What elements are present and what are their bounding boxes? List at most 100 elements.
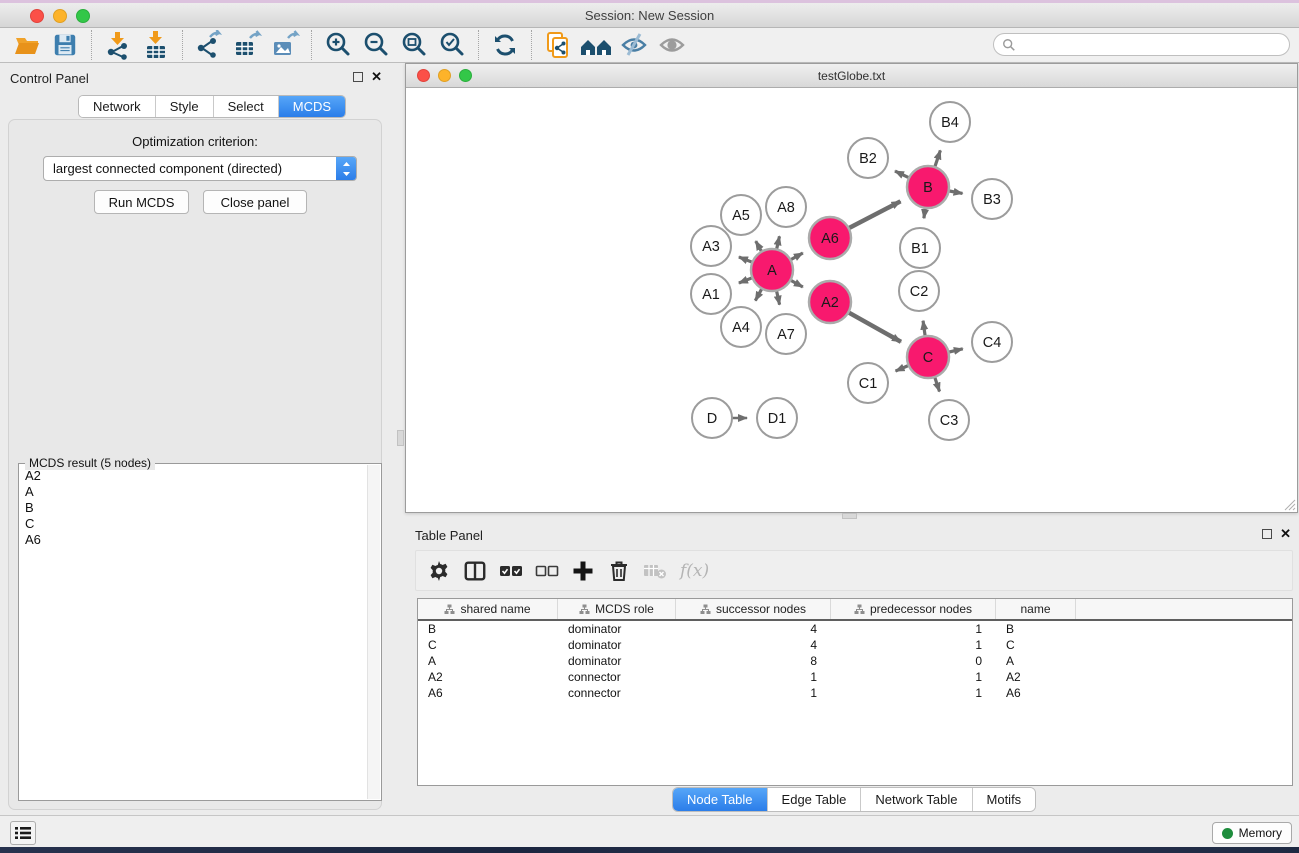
resize-grip-icon[interactable]: [1282, 497, 1296, 511]
node-D[interactable]: D: [692, 398, 732, 438]
export-table-button[interactable]: [228, 28, 266, 62]
network-overview-button[interactable]: [539, 28, 577, 62]
table-row[interactable]: Cdominator41C: [418, 637, 1292, 653]
deselect-all-button[interactable]: [532, 556, 562, 586]
tab-network[interactable]: Network: [79, 96, 156, 117]
export-network-button[interactable]: [190, 28, 228, 62]
edge-B-B1[interactable]: [924, 208, 925, 218]
node-C2[interactable]: C2: [899, 271, 939, 311]
open-session-button[interactable]: [8, 28, 46, 62]
export-image-button[interactable]: [266, 28, 304, 62]
close-panel-icon[interactable]: ✕: [371, 72, 382, 82]
home-button[interactable]: [577, 28, 615, 62]
minimize-traffic-light[interactable]: [438, 69, 451, 82]
hide-panel-button[interactable]: [615, 28, 653, 62]
close-panel-icon[interactable]: ✕: [1280, 529, 1291, 539]
add-column-button[interactable]: [568, 556, 598, 586]
close-traffic-light[interactable]: [30, 9, 44, 23]
column-header-name[interactable]: name: [996, 599, 1076, 619]
float-panel-icon[interactable]: [353, 72, 363, 82]
zoom-traffic-light[interactable]: [76, 9, 90, 23]
result-item[interactable]: A2: [20, 468, 367, 484]
column-header-successor-nodes[interactable]: successor nodes: [676, 599, 831, 619]
edge-A-A3[interactable]: [739, 257, 753, 262]
node-A5[interactable]: A5: [721, 195, 761, 235]
minimize-traffic-light[interactable]: [53, 9, 67, 23]
search-input[interactable]: [1021, 38, 1281, 52]
close-traffic-light[interactable]: [417, 69, 430, 82]
edge-C-C3[interactable]: [935, 377, 940, 392]
task-history-button[interactable]: [10, 821, 36, 845]
tab-select[interactable]: Select: [214, 96, 279, 117]
zoom-out-button[interactable]: [357, 28, 395, 62]
node-C[interactable]: C: [907, 336, 949, 378]
node-B2[interactable]: B2: [848, 138, 888, 178]
close-panel-button[interactable]: Close panel: [203, 190, 307, 214]
tab-motifs[interactable]: Motifs: [973, 788, 1036, 811]
node-C3[interactable]: C3: [929, 400, 969, 440]
zoom-selected-button[interactable]: [433, 28, 471, 62]
node-B3[interactable]: B3: [972, 179, 1012, 219]
edge-A-A7[interactable]: [776, 291, 779, 305]
column-header-predecessor-nodes[interactable]: predecessor nodes: [831, 599, 996, 619]
table-header[interactable]: shared nameMCDS rolesuccessor nodesprede…: [418, 599, 1292, 621]
node-A[interactable]: A: [751, 249, 793, 291]
edge-C-C2[interactable]: [923, 321, 925, 336]
edge-C-C4[interactable]: [948, 349, 962, 352]
zoom-fit-button[interactable]: [395, 28, 433, 62]
network-graph[interactable]: B4B2BB3A5A8A6B1A3AC2A1A2A4A7C4CC1DD1C3: [406, 88, 1297, 512]
memory-button[interactable]: Memory: [1212, 822, 1292, 844]
edge-A-A5[interactable]: [756, 241, 762, 252]
delete-column-button[interactable]: [604, 556, 634, 586]
result-item[interactable]: A: [20, 484, 367, 500]
table-settings-button[interactable]: [424, 556, 454, 586]
clear-table-button[interactable]: [640, 556, 670, 586]
tab-network-table[interactable]: Network Table: [861, 788, 972, 811]
select-all-button[interactable]: [496, 556, 526, 586]
result-item[interactable]: A6: [20, 532, 367, 548]
edge-C-C1[interactable]: [896, 365, 909, 371]
show-columns-button[interactable]: [460, 556, 490, 586]
edge-A-A8[interactable]: [777, 236, 780, 249]
edge-A-A2[interactable]: [790, 280, 802, 287]
node-A1[interactable]: A1: [691, 274, 731, 314]
search-field[interactable]: [993, 33, 1290, 56]
import-table-button[interactable]: [137, 28, 175, 62]
node-A4[interactable]: A4: [721, 307, 761, 347]
node-B[interactable]: B: [907, 166, 949, 208]
edge-B-B3[interactable]: [949, 191, 963, 194]
tab-mcds[interactable]: MCDS: [279, 96, 345, 117]
network-canvas[interactable]: B4B2BB3A5A8A6B1A3AC2A1A2A4A7C4CC1DD1C3: [406, 88, 1297, 512]
column-header-MCDS-role[interactable]: MCDS role: [558, 599, 676, 619]
node-A8[interactable]: A8: [766, 187, 806, 227]
result-item[interactable]: B: [20, 500, 367, 516]
edge-A-A6[interactable]: [790, 253, 802, 260]
table-row[interactable]: Bdominator41B: [418, 621, 1292, 637]
node-B1[interactable]: B1: [900, 228, 940, 268]
table-row[interactable]: A6connector11A6: [418, 685, 1292, 701]
node-C1[interactable]: C1: [848, 363, 888, 403]
column-header-shared-name[interactable]: shared name: [418, 599, 558, 619]
edge-A-A1[interactable]: [739, 278, 753, 283]
criterion-dropdown[interactable]: largest connected component (directed): [43, 156, 357, 181]
run-mcds-button[interactable]: Run MCDS: [94, 190, 189, 214]
edge-A2-C[interactable]: [848, 312, 901, 342]
node-A2[interactable]: A2: [809, 281, 851, 323]
node-A7[interactable]: A7: [766, 314, 806, 354]
tab-edge-table[interactable]: Edge Table: [768, 788, 862, 811]
tab-style[interactable]: Style: [156, 96, 214, 117]
result-scrollbar[interactable]: [367, 465, 380, 799]
edge-B-B4[interactable]: [935, 150, 941, 167]
function-builder-button[interactable]: f(x): [680, 561, 709, 581]
splitter-grip[interactable]: [842, 513, 857, 519]
result-item[interactable]: C: [20, 516, 367, 532]
edge-A6-B[interactable]: [849, 201, 901, 228]
node-B4[interactable]: B4: [930, 102, 970, 142]
refresh-button[interactable]: [486, 28, 524, 62]
node-table[interactable]: shared nameMCDS rolesuccessor nodesprede…: [417, 598, 1293, 786]
network-window-titlebar[interactable]: testGlobe.txt: [406, 64, 1297, 88]
float-panel-icon[interactable]: [1262, 529, 1272, 539]
table-row[interactable]: A2connector11A2: [418, 669, 1292, 685]
zoom-in-button[interactable]: [319, 28, 357, 62]
node-A6[interactable]: A6: [809, 217, 851, 259]
